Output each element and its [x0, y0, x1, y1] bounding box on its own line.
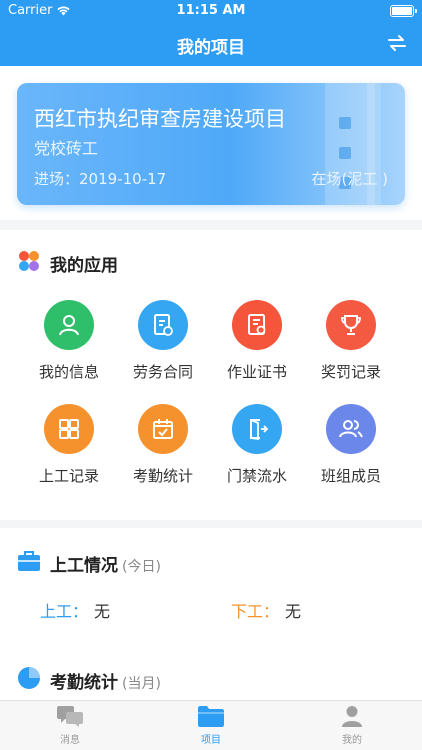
- clock-in-value: 无: [94, 602, 111, 621]
- tab-projects[interactable]: 项目: [141, 705, 281, 746]
- person-icon: [342, 706, 362, 727]
- clock-in-label: 上工：: [40, 602, 89, 621]
- app-work-records[interactable]: 上工记录: [22, 404, 116, 486]
- attendance-section: 考勤统计 (当月): [0, 650, 422, 700]
- entry-date: 进场：2019-10-17: [34, 170, 167, 188]
- tab-bar: 消息 项目 我的: [0, 700, 422, 750]
- apps-icon: [19, 251, 39, 271]
- tab-profile[interactable]: 我的: [282, 705, 422, 746]
- work-status-title: 上工情况 (今日): [50, 556, 161, 576]
- project-name: 西红市执纪审查房建设项目: [34, 107, 286, 131]
- top-bar: Carrier 11:15 AM 我的项目: [0, 0, 422, 66]
- app-rewards[interactable]: 奖罚记录: [304, 300, 398, 382]
- message-icon: [57, 706, 83, 727]
- certificate-icon: [232, 300, 282, 350]
- clock-in-row: 上工： 无: [40, 598, 110, 622]
- pie-chart-icon: [18, 667, 40, 689]
- project-card[interactable]: 西红市执纪审查房建设项目 党校砖工 进场：2019-10-17 在场(泥工 ): [17, 83, 405, 205]
- battery-icon: [390, 5, 417, 17]
- grid-icon: [44, 404, 94, 454]
- project-status: 在场(泥工 ): [311, 170, 388, 188]
- team-icon: [326, 404, 376, 454]
- calendar-icon: [138, 404, 188, 454]
- trophy-icon: [326, 300, 376, 350]
- clock: 11:15 AM: [176, 3, 246, 18]
- app-labor-contract[interactable]: 劳务合同: [116, 300, 210, 382]
- app-access-log[interactable]: 门禁流水: [210, 404, 304, 486]
- project-role: 党校砖工: [34, 139, 99, 158]
- app-attendance-stats[interactable]: 考勤统计: [116, 404, 210, 486]
- app-my-info[interactable]: 我的信息: [22, 300, 116, 382]
- apps-section: 我的应用 我的信息 劳务合同 作业证书 奖罚记录 上工记录 考勤统计 门禁流水 …: [0, 230, 422, 520]
- apps-title: 我的应用: [50, 256, 118, 276]
- tab-messages[interactable]: 消息: [0, 705, 140, 746]
- clock-out-label: 下工：: [231, 602, 280, 621]
- status-bar: Carrier 11:15 AM: [0, 0, 422, 22]
- door-icon: [232, 404, 282, 454]
- briefcase-icon: [18, 551, 40, 571]
- attendance-title: 考勤统计 (当月): [50, 673, 161, 693]
- project-section: 西红市执纪审查房建设项目 党校砖工 进场：2019-10-17 在场(泥工 ): [0, 66, 422, 220]
- contract-icon: [138, 300, 188, 350]
- user-icon: [44, 300, 94, 350]
- clock-out-row: 下工： 无: [231, 598, 301, 622]
- folder-icon: [198, 706, 224, 727]
- clock-out-value: 无: [285, 602, 302, 621]
- swap-icon[interactable]: [386, 33, 408, 53]
- page-title: 我的项目: [177, 38, 245, 58]
- work-status-section: 上工情况 (今日) 上工： 无 下工： 无: [0, 528, 422, 650]
- app-team-members[interactable]: 班组成员: [304, 404, 398, 486]
- app-work-certificate[interactable]: 作业证书: [210, 300, 304, 382]
